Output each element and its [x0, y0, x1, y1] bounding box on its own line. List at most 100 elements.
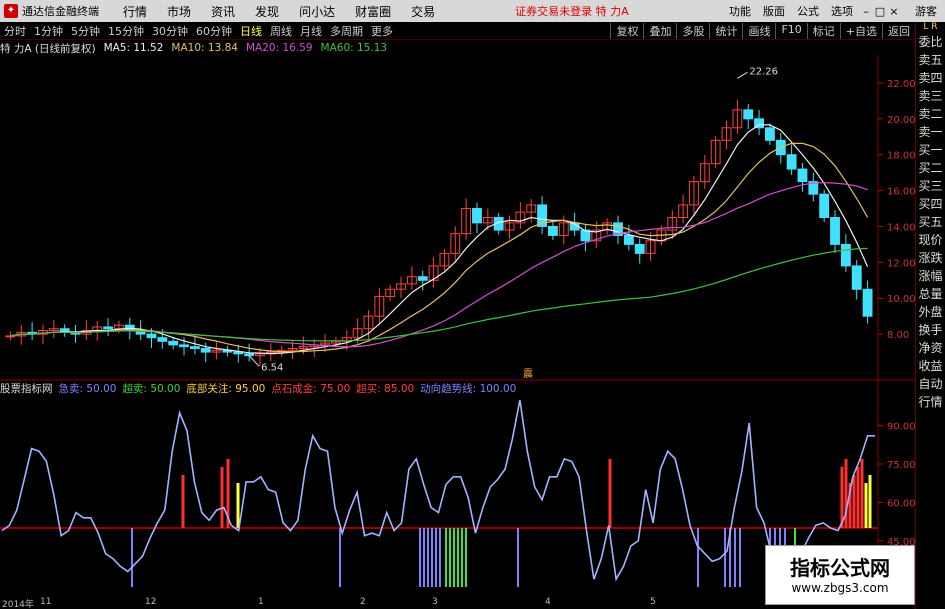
side-item[interactable]: 卖五 — [916, 51, 945, 69]
tool-watchlist[interactable]: +自选 — [839, 22, 882, 39]
candle-body — [189, 346, 200, 349]
tool-stats[interactable]: 统计 — [709, 22, 742, 39]
date-tick: 11 — [40, 597, 52, 607]
menu-trade[interactable]: 交易 — [411, 3, 435, 20]
side-item[interactable]: 买四 — [916, 195, 945, 213]
price-tick-label: 20.00 — [887, 115, 915, 126]
period-weekly[interactable]: 周线 — [270, 23, 292, 39]
candle-body — [634, 243, 645, 254]
maximize-icon[interactable]: □ — [873, 5, 887, 18]
side-item[interactable]: 现价 — [916, 231, 945, 249]
indicator-item-bottom: 底部关注: 95.00 — [186, 382, 266, 395]
ma60-line — [10, 247, 868, 342]
watermark-title: 指标公式网 — [790, 556, 890, 580]
date-tick: 5 — [650, 597, 656, 607]
tool-multistock[interactable]: 多股 — [676, 22, 709, 39]
date-tick: 12 — [145, 597, 157, 607]
side-item[interactable]: 买二 — [916, 159, 945, 177]
ma10-value: MA10: 13.84 — [171, 42, 238, 54]
period-5min[interactable]: 5分钟 — [71, 23, 100, 39]
tool-adjust[interactable]: 复权 — [610, 22, 643, 39]
side-item[interactable]: 卖四 — [916, 69, 945, 87]
stock-tag: 特 力A — [595, 5, 629, 18]
candle-body — [417, 276, 428, 281]
menu-discover[interactable]: 发现 — [255, 3, 279, 20]
price-tick-label: 8.00 — [887, 330, 909, 341]
side-item[interactable]: 行情 — [916, 393, 945, 411]
minimize-icon[interactable]: – — [859, 5, 873, 18]
right-menu: 功能 版面 公式 选项 — [723, 3, 859, 19]
tool-back[interactable]: 返回 — [882, 22, 915, 39]
period-monthly[interactable]: 月线 — [300, 23, 322, 39]
tool-mark[interactable]: 标记 — [806, 22, 840, 39]
period-30min[interactable]: 30分钟 — [152, 23, 188, 39]
side-item[interactable]: 收益 — [916, 357, 945, 375]
period-15min[interactable]: 15分钟 — [108, 23, 144, 39]
ma20-line — [10, 182, 868, 348]
tool-overlay[interactable]: 叠加 — [643, 22, 676, 39]
side-item[interactable]: 买三 — [916, 177, 945, 195]
candle-body — [157, 337, 168, 342]
period-more[interactable]: 更多 — [371, 23, 393, 39]
ma5-line — [10, 124, 869, 355]
app-logo-icon: ✦ — [4, 4, 18, 18]
side-item[interactable]: 涨幅 — [916, 267, 945, 285]
ma10-line — [10, 142, 869, 353]
login-warning[interactable]: 证券交易未登录 特 力A — [515, 3, 629, 19]
side-item[interactable]: 外盘 — [916, 303, 945, 321]
period-1min[interactable]: 1分钟 — [34, 23, 63, 39]
side-item[interactable]: 卖三 — [916, 87, 945, 105]
menu-ask[interactable]: 问小达 — [299, 3, 335, 20]
side-item[interactable]: 卖一 — [916, 123, 945, 141]
side-item[interactable]: 涨跌 — [916, 249, 945, 267]
period-daily[interactable]: 日线 — [240, 23, 262, 39]
menu-formula[interactable]: 公式 — [797, 3, 819, 19]
ma20-value: MA20: 16.59 — [245, 42, 313, 54]
price-tick-label: 18.00 — [887, 151, 915, 162]
candle-body — [179, 344, 189, 348]
side-item[interactable]: 净资 — [916, 339, 945, 357]
date-tick: 1 — [258, 597, 264, 607]
guest-label[interactable]: 游客 — [915, 3, 937, 19]
period-multi[interactable]: 多周期 — [330, 23, 363, 39]
quote-side-panel: L R 委比 卖五 卖四 卖三 卖二 卖一 买一 买二 买三 买四 买五 现价 涨跌 涨幅 总量 外盘 换手 净资… — [915, 22, 945, 609]
candle-body — [851, 265, 862, 290]
menu-quotes[interactable]: 行情 — [123, 3, 147, 20]
side-item[interactable]: 换手 — [916, 321, 945, 339]
menu-options[interactable]: 选项 — [831, 3, 853, 19]
date-tick: 2014年 — [2, 600, 34, 609]
side-item[interactable]: 总量 — [916, 285, 945, 303]
menu-layout[interactable]: 版面 — [763, 3, 785, 19]
date-tick: 4 — [545, 597, 551, 607]
close-icon[interactable]: × — [887, 5, 901, 18]
candle-body — [200, 347, 211, 353]
candle-body — [786, 154, 797, 170]
side-item[interactable]: 委比 — [916, 33, 945, 51]
period-60min[interactable]: 60分钟 — [196, 23, 232, 39]
side-item[interactable]: 买五 — [916, 213, 945, 231]
ma5-value: MA5: 11.52 — [103, 42, 164, 54]
period-intraday[interactable]: 分时 — [4, 23, 26, 39]
tool-draw[interactable]: 画线 — [742, 22, 775, 39]
menu-function[interactable]: 功能 — [729, 3, 751, 19]
tool-f10[interactable]: F10 — [775, 22, 806, 39]
price-tick-label: 10.00 — [887, 294, 915, 305]
kline-chart[interactable]: 22.00 20.00 18.00 16.00 14.00 12.00 10.00 8.00 2… — [0, 55, 915, 597]
event-marker: 震 — [523, 368, 533, 380]
watermark-logo: 指标公式网 www.zbgs3.com — [765, 545, 915, 605]
indicator-item-oversold: 超卖: 50.00 — [122, 382, 181, 395]
price-tick-label: 22.00 — [887, 79, 915, 90]
menu-market[interactable]: 市场 — [167, 3, 191, 20]
indicator-item-trend: 动向趋势线: 100.00 — [420, 382, 517, 395]
indicator-title-line: 股票指标网 急卖: 50.00 超卖: 50.00 底部关注: 95.00 点石… — [0, 381, 522, 395]
side-header[interactable]: L R — [916, 22, 945, 33]
low-pointer — [248, 355, 260, 367]
candle-body — [862, 288, 873, 317]
candle-body — [146, 333, 157, 339]
side-item[interactable]: 卖二 — [916, 105, 945, 123]
side-item[interactable]: 自动 — [916, 375, 945, 393]
menu-news[interactable]: 资讯 — [211, 3, 235, 20]
candle-body — [548, 225, 558, 236]
menu-wealth[interactable]: 财富圈 — [355, 3, 391, 20]
side-item[interactable]: 买一 — [916, 141, 945, 159]
